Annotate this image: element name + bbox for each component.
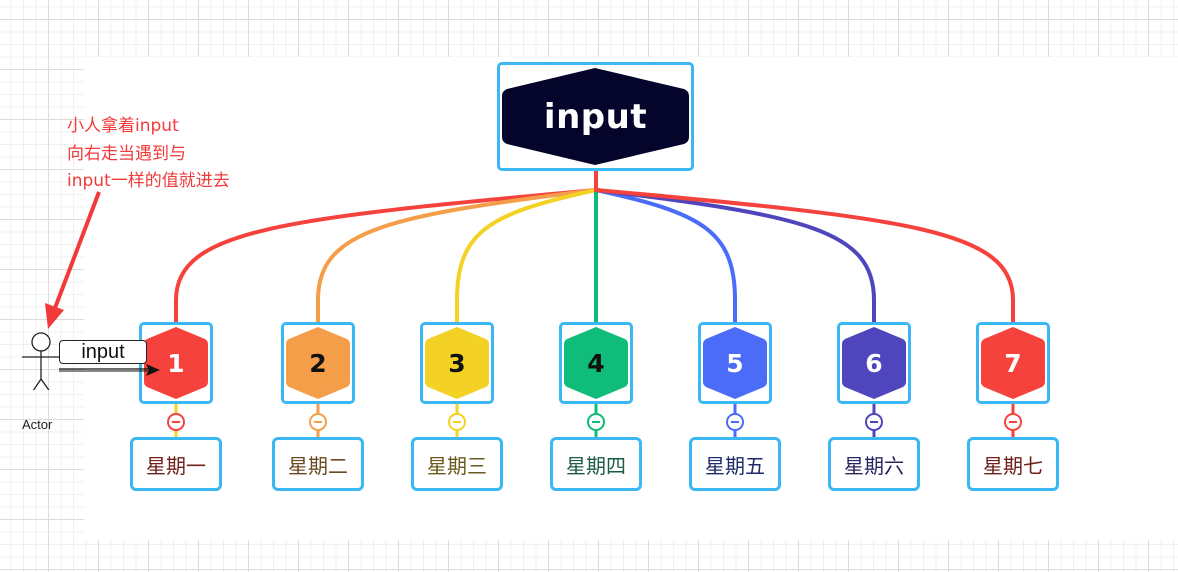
node-number: 2	[309, 348, 327, 378]
node-number: 3	[448, 348, 466, 378]
actor-label: Actor	[22, 417, 53, 432]
note-line: 向右走当遇到与	[67, 143, 186, 164]
day-label-node[interactable]: 星期五	[689, 437, 781, 491]
root-node[interactable]: input	[497, 62, 694, 171]
annotation-note: 小人拿着input 向右走当遇到与 input一样的值就进去	[67, 113, 230, 196]
day-label-node[interactable]: 星期四	[550, 437, 642, 491]
node-number: 4	[587, 348, 605, 378]
day-label-text: 星期六	[844, 453, 904, 478]
day-label-text: 星期七	[983, 453, 1043, 478]
child-node-3[interactable]: 3	[420, 322, 494, 404]
actor-arrow	[59, 364, 160, 376]
day-label-node[interactable]: 星期三	[411, 437, 503, 491]
day-label-node[interactable]: 星期七	[967, 437, 1059, 491]
day-label-node[interactable]: 星期六	[828, 437, 920, 491]
node-number: 7	[1004, 348, 1022, 378]
collapse-minus-icon[interactable]	[587, 413, 605, 431]
collapse-minus-icon[interactable]	[167, 413, 185, 431]
connector-line	[595, 188, 737, 325]
collapse-minus-icon[interactable]	[309, 413, 327, 431]
connector-line	[595, 188, 1015, 325]
connector-line	[455, 188, 597, 325]
collapse-minus-icon[interactable]	[1004, 413, 1022, 431]
day-label-text: 星期三	[427, 453, 487, 478]
day-label-node[interactable]: 星期一	[130, 437, 222, 491]
carried-input-tag: input	[59, 340, 147, 364]
note-line: 小人拿着input	[67, 116, 179, 136]
child-node-6[interactable]: 6	[837, 322, 911, 404]
child-node-2[interactable]: 2	[281, 322, 355, 404]
actor-figure[interactable]	[22, 332, 60, 390]
day-label-node[interactable]: 星期二	[272, 437, 364, 491]
child-node-7[interactable]: 7	[976, 322, 1050, 404]
annotation-arrow	[45, 191, 101, 329]
day-label-text: 星期五	[705, 453, 765, 478]
day-label-text: 星期二	[288, 453, 348, 478]
day-label-text: 星期一	[146, 453, 206, 478]
node-number: 5	[726, 348, 744, 378]
day-label-text: 星期四	[566, 453, 626, 478]
child-node-4[interactable]: 4	[559, 322, 633, 404]
collapse-minus-icon[interactable]	[448, 413, 466, 431]
connector-line	[174, 188, 597, 325]
collapse-minus-icon[interactable]	[865, 413, 883, 431]
child-node-5[interactable]: 5	[698, 322, 772, 404]
node-number: 6	[865, 348, 883, 378]
collapse-minus-icon[interactable]	[726, 413, 744, 431]
root-label: input	[543, 96, 648, 137]
